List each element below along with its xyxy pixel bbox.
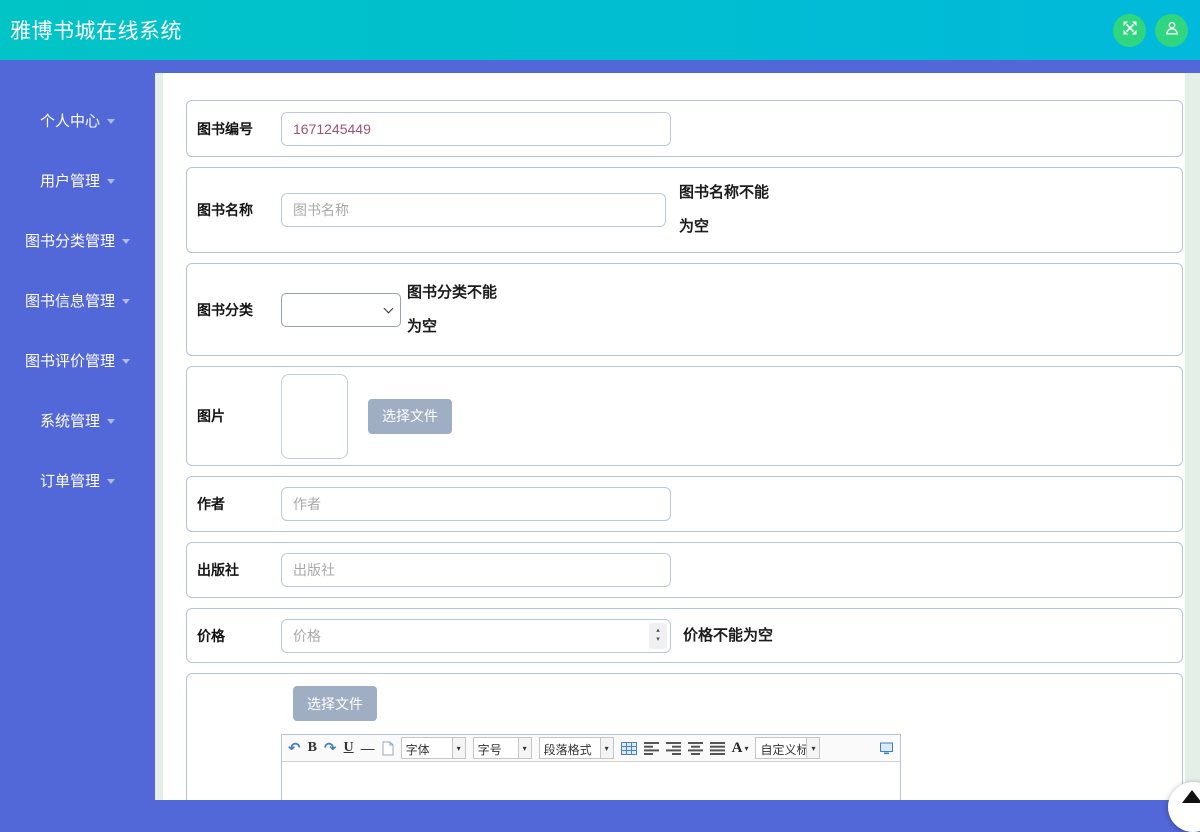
undo-icon[interactable]: ↶	[288, 741, 301, 756]
app-title: 雅博书城在线系统	[0, 15, 182, 45]
price-label: 价格	[187, 626, 281, 646]
align-left-icon[interactable]	[644, 742, 659, 755]
sidebar-item-label: 用户管理	[40, 170, 100, 191]
sidebar-item-book-review-management[interactable]: 图书评价管理	[0, 330, 155, 390]
form-row-content-editor: 选择文件 ↶ B ↷ U — 字体 ▾ 字号	[186, 673, 1183, 800]
underline-icon[interactable]: U	[344, 741, 354, 755]
sidebar-item-order-management[interactable]: 订单管理	[0, 450, 155, 510]
font-family-dropdown[interactable]: 字体 ▾	[401, 737, 466, 759]
font-color-button[interactable]: A ▾	[732, 740, 749, 757]
sidebar-item-label: 图书分类管理	[25, 230, 115, 251]
align-right-icon[interactable]	[666, 742, 681, 755]
sidebar-item-label: 订单管理	[40, 470, 100, 491]
sidebar-item-label: 图书评价管理	[25, 350, 115, 371]
editor-toolbar: ↶ B ↷ U — 字体 ▾ 字号 ▾	[282, 735, 900, 762]
user-button[interactable]	[1155, 14, 1188, 47]
header-actions	[1113, 14, 1200, 47]
publisher-input[interactable]	[281, 553, 671, 587]
chevron-down-icon: ▾	[806, 738, 819, 758]
form-row-book-category: 图书分类 图书分类不能 为空	[186, 263, 1183, 356]
form-row-book-name: 图书名称 图书名称不能 为空	[186, 167, 1183, 253]
chevron-down-icon: ▾	[744, 744, 748, 753]
book-id-label: 图书编号	[187, 119, 281, 139]
book-category-select-wrap	[281, 293, 401, 327]
header: 雅博书城在线系统	[0, 0, 1200, 60]
font-color-icon: A	[732, 740, 743, 757]
form-row-price: 价格 ▴ ▾ 价格不能为空	[186, 608, 1183, 663]
form-row-publisher: 出版社	[186, 542, 1183, 598]
sidebar: 个人中心 用户管理 图书分类管理 图书信息管理 图书评价管理 系统管理 订单管理	[0, 60, 155, 800]
stepper-up-icon[interactable]: ▴	[656, 627, 660, 636]
fullscreen-editor-icon[interactable]	[879, 742, 894, 755]
font-size-dropdown-label: 字号	[474, 738, 518, 758]
book-category-select[interactable]	[281, 293, 401, 327]
sidebar-item-book-info-management[interactable]: 图书信息管理	[0, 270, 155, 330]
editor-content-area[interactable]	[282, 762, 900, 800]
book-id-input[interactable]	[281, 112, 671, 146]
form-row-image: 图片 选择文件	[186, 366, 1183, 466]
horizontal-rule-icon[interactable]: —	[361, 741, 375, 755]
author-input[interactable]	[281, 487, 671, 521]
chevron-down-icon: ▾	[518, 738, 531, 758]
paragraph-format-dropdown-label: 段落格式	[540, 738, 600, 758]
font-size-dropdown[interactable]: 字号 ▾	[473, 737, 532, 759]
form-row-book-id: 图书编号	[186, 100, 1183, 157]
content-choose-file-button[interactable]: 选择文件	[293, 686, 377, 721]
book-name-error-line2: 为空	[679, 210, 779, 244]
chevron-down-icon: ▾	[600, 738, 613, 758]
sidebar-item-user-management[interactable]: 用户管理	[0, 150, 155, 210]
price-error: 价格不能为空	[683, 619, 773, 653]
stepper-down-icon[interactable]: ▾	[656, 636, 660, 645]
user-icon	[1164, 20, 1180, 41]
book-category-label: 图书分类	[187, 300, 281, 320]
publisher-label: 出版社	[187, 560, 281, 580]
sidebar-item-label: 图书信息管理	[25, 290, 115, 311]
chevron-down-icon	[107, 179, 115, 184]
arrow-up-icon	[1182, 790, 1200, 803]
chevron-down-icon	[107, 479, 115, 484]
insert-table-icon[interactable]	[621, 742, 637, 755]
align-center-icon[interactable]	[688, 742, 703, 755]
font-family-dropdown-label: 字体	[402, 738, 452, 758]
chevron-down-icon	[107, 419, 115, 424]
book-name-input[interactable]	[281, 193, 666, 227]
price-stepper[interactable]: ▴ ▾	[649, 623, 667, 649]
price-input[interactable]	[281, 619, 671, 653]
fullscreen-arrows-icon	[1122, 20, 1138, 41]
form-row-author: 作者	[186, 476, 1183, 532]
sidebar-item-book-category-management[interactable]: 图书分类管理	[0, 210, 155, 270]
sidebar-item-system-management[interactable]: 系统管理	[0, 390, 155, 450]
bold-icon[interactable]: B	[308, 741, 317, 755]
custom-title-dropdown[interactable]: 自定义标题 ▾	[755, 737, 820, 759]
new-document-icon[interactable]	[382, 741, 394, 756]
price-input-wrap: ▴ ▾	[281, 619, 671, 653]
chevron-down-icon	[122, 299, 130, 304]
book-category-error-line1: 图书分类不能	[407, 276, 507, 310]
chevron-down-icon	[122, 359, 130, 364]
redo-icon[interactable]: ↷	[324, 741, 337, 756]
book-name-error: 图书名称不能 为空	[679, 176, 779, 244]
image-label: 图片	[187, 406, 281, 426]
book-name-error-line1: 图书名称不能	[679, 176, 779, 210]
paragraph-format-dropdown[interactable]: 段落格式 ▾	[539, 737, 614, 759]
author-label: 作者	[187, 494, 281, 514]
chevron-down-icon: ▾	[452, 738, 465, 758]
image-choose-file-button[interactable]: 选择文件	[368, 399, 452, 434]
book-category-error-line2: 为空	[407, 310, 507, 344]
rich-text-editor: ↶ B ↷ U — 字体 ▾ 字号 ▾	[281, 734, 901, 800]
fullscreen-button[interactable]	[1113, 14, 1146, 47]
book-name-label: 图书名称	[187, 200, 281, 220]
sidebar-item-label: 个人中心	[40, 110, 100, 131]
chevron-down-icon	[107, 119, 115, 124]
chevron-down-icon	[122, 239, 130, 244]
image-preview-box[interactable]	[281, 374, 348, 459]
book-edit-form: 图书编号 图书名称 图书名称不能 为空 图书分类 图书分类不能 为空 图片 选择…	[155, 73, 1200, 800]
custom-title-dropdown-label: 自定义标题	[756, 738, 806, 758]
book-category-error: 图书分类不能 为空	[407, 276, 507, 344]
align-justify-icon[interactable]	[710, 742, 725, 755]
sidebar-item-personal-center[interactable]: 个人中心	[0, 90, 155, 150]
sidebar-item-label: 系统管理	[40, 410, 100, 431]
